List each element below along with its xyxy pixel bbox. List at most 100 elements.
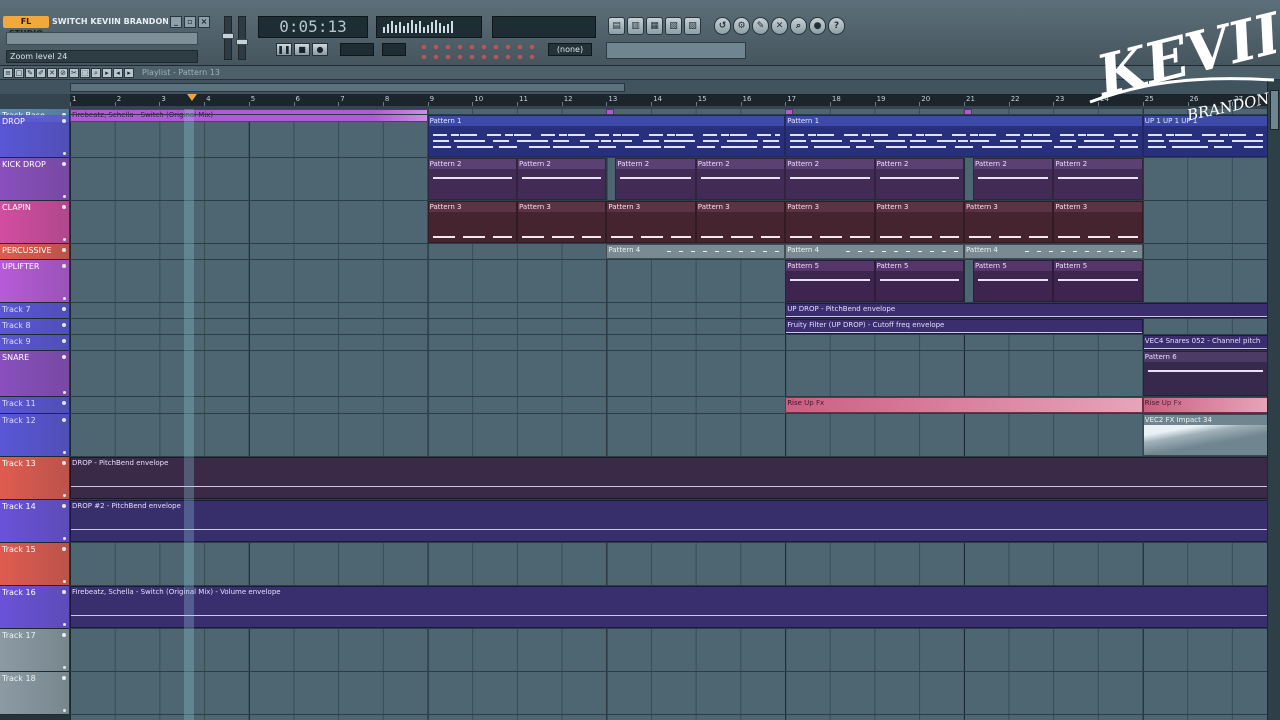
brush-icon[interactable]: ✐ xyxy=(36,68,46,78)
mixer-icon[interactable]: ▧ xyxy=(665,17,682,35)
pattern-clip[interactable]: Pattern 3 xyxy=(1053,201,1143,243)
audio-clip[interactable]: Rise Up Fx xyxy=(785,397,1143,413)
nudge-left-icon[interactable]: ◂ xyxy=(113,68,123,78)
track-fold-icon[interactable] xyxy=(63,494,66,497)
audio-clip[interactable]: VEC2 FX Impact 34 xyxy=(1142,414,1267,456)
pattern-clip[interactable]: Pattern 2 xyxy=(785,158,875,200)
track-select-icon[interactable] xyxy=(62,633,66,637)
pattern-clip[interactable]: Pattern 2 xyxy=(427,158,517,200)
track-fold-icon[interactable] xyxy=(63,391,66,394)
track-select-icon[interactable] xyxy=(62,162,66,166)
track-fold-icon[interactable] xyxy=(63,580,66,583)
track-select-icon[interactable] xyxy=(62,119,66,123)
zoom-icon[interactable]: ⌕ xyxy=(790,17,807,35)
help-icon[interactable]: ? xyxy=(828,17,845,35)
scroll-thumb[interactable] xyxy=(1270,90,1279,130)
track-header[interactable]: Track 9 xyxy=(0,335,69,351)
pattern-clip[interactable]: Pattern 3 xyxy=(517,201,607,243)
track-header[interactable]: SNARE xyxy=(0,351,69,397)
select-icon[interactable]: ⬚ xyxy=(80,68,90,78)
track-select-icon[interactable] xyxy=(62,676,66,680)
automation-clip[interactable]: Fruity Filter (UP DROP) - Cutoff freq en… xyxy=(785,319,1143,334)
pattern-clip[interactable]: Pattern 5 xyxy=(874,260,964,302)
track-select-icon[interactable] xyxy=(62,264,66,268)
track-header[interactable]: PERCUSSIVE xyxy=(0,244,69,260)
track-header[interactable]: Track 15 xyxy=(0,543,69,586)
pattern-clip[interactable]: Pattern 4 xyxy=(606,244,786,259)
pencil-icon[interactable]: ✎ xyxy=(25,68,35,78)
pattern-clip[interactable]: Pattern 5 xyxy=(1053,260,1143,302)
horizontal-scrollbar[interactable] xyxy=(70,83,625,92)
master-volume-slider[interactable] xyxy=(222,16,234,60)
playlist-icon[interactable]: ▤ xyxy=(608,17,625,35)
pattern-clip[interactable]: Pattern 3 xyxy=(785,201,875,243)
channel-rack-icon[interactable]: ▦ xyxy=(646,17,663,35)
undo-icon[interactable]: ↺ xyxy=(714,17,731,35)
mute-tool-icon[interactable]: ⊘ xyxy=(58,68,68,78)
delete-tool-icon[interactable]: ✕ xyxy=(47,68,57,78)
track-header[interactable]: Track 11 xyxy=(0,397,69,414)
pattern-clip[interactable]: Pattern 3 xyxy=(427,201,517,243)
minimize-button[interactable]: _ xyxy=(170,16,182,28)
automation-clip[interactable]: Firebeatz, Schella - Switch (Original Mi… xyxy=(70,586,1267,628)
audio-clip[interactable]: Firebeatz, Schella - Switch (Original Mi… xyxy=(70,109,428,122)
track-select-icon[interactable] xyxy=(62,248,66,252)
track-fold-icon[interactable] xyxy=(63,451,66,454)
record-icon[interactable]: ● xyxy=(809,17,826,35)
track-header[interactable]: Track 8 xyxy=(0,319,69,335)
track-fold-icon[interactable] xyxy=(63,238,66,241)
track-header[interactable]: Track 7 xyxy=(0,303,69,319)
pattern-clip[interactable]: Pattern 2 xyxy=(517,158,607,200)
pattern-selector[interactable] xyxy=(382,43,406,56)
step-buttons[interactable] xyxy=(418,42,542,62)
pattern-clip[interactable]: Pattern 2 xyxy=(1053,158,1143,200)
pattern-clip[interactable]: UP 1 UP 1 UP 1 xyxy=(1142,115,1267,157)
delete-icon[interactable]: ✕ xyxy=(771,17,788,35)
timeline-ruler[interactable]: 1 2 3 4 5 6 7 8 9 10 11 12 13 14 15 16 17 18 19 20 21 22 23 24 2… xyxy=(70,94,1267,106)
piano-roll-icon[interactable]: ▥ xyxy=(627,17,644,35)
track-fold-icon[interactable] xyxy=(63,152,66,155)
nudge-right-icon[interactable]: ▸ xyxy=(124,68,134,78)
play-tool-icon[interactable]: ▸ xyxy=(102,68,112,78)
song-time-display[interactable]: 0:05:13 xyxy=(258,16,368,38)
track-select-icon[interactable] xyxy=(62,401,66,405)
track-header[interactable]: CLAPIN xyxy=(0,201,69,244)
pattern-clip[interactable]: Pattern 3 xyxy=(695,201,786,243)
track-fold-icon[interactable] xyxy=(63,195,66,198)
pattern-clip[interactable]: Pattern 3 xyxy=(606,201,696,243)
pause-button[interactable]: ❚❚ xyxy=(276,43,292,56)
snap-select[interactable]: (none) xyxy=(548,43,592,56)
track-select-icon[interactable] xyxy=(62,504,66,508)
pattern-clip[interactable]: Pattern 2 xyxy=(695,158,786,200)
track-fold-icon[interactable] xyxy=(63,666,66,669)
track-header[interactable]: Track 14 xyxy=(0,500,69,543)
close-button[interactable]: × xyxy=(198,16,210,28)
track-select-icon[interactable] xyxy=(62,547,66,551)
automation-clip[interactable]: VEC4 Snares 052 - Channel pitch xyxy=(1142,335,1267,350)
pattern-clip[interactable]: Pattern 2 xyxy=(972,158,1054,200)
automation-clip[interactable]: DROP #2 - PitchBend envelope xyxy=(70,500,1267,542)
track-fold-icon[interactable] xyxy=(63,297,66,300)
vertical-scrollbar[interactable] xyxy=(1267,80,1280,720)
track-fold-icon[interactable] xyxy=(63,709,66,712)
zoom-tool-icon[interactable]: ⌕ xyxy=(91,68,101,78)
menu-icon[interactable]: ≡ xyxy=(3,68,13,78)
track-select-icon[interactable] xyxy=(62,355,66,359)
pattern-clip[interactable]: Pattern 4 xyxy=(964,244,1143,259)
track-header[interactable]: UPLIFTER xyxy=(0,260,69,303)
pattern-clip[interactable]: Pattern 6 xyxy=(1142,351,1267,396)
pattern-clip[interactable]: Pattern 2 xyxy=(874,158,964,200)
track-select-icon[interactable] xyxy=(62,461,66,465)
online-news-panel[interactable] xyxy=(606,42,746,59)
track-header[interactable]: Track 16 xyxy=(0,586,69,629)
pattern-clip[interactable]: Pattern 3 xyxy=(874,201,964,243)
tempo-display[interactable] xyxy=(340,43,374,56)
app-logo[interactable]: FL STUDIO xyxy=(3,16,49,38)
record-button[interactable]: ● xyxy=(312,43,328,56)
track-select-icon[interactable] xyxy=(62,307,66,311)
track-header[interactable]: Track 13 xyxy=(0,457,69,500)
track-header[interactable]: Track 18 xyxy=(0,672,69,715)
track-header[interactable]: Track 17 xyxy=(0,629,69,672)
pattern-clip[interactable]: Pattern 1 xyxy=(427,115,786,157)
stop-button[interactable]: ■ xyxy=(294,43,310,56)
